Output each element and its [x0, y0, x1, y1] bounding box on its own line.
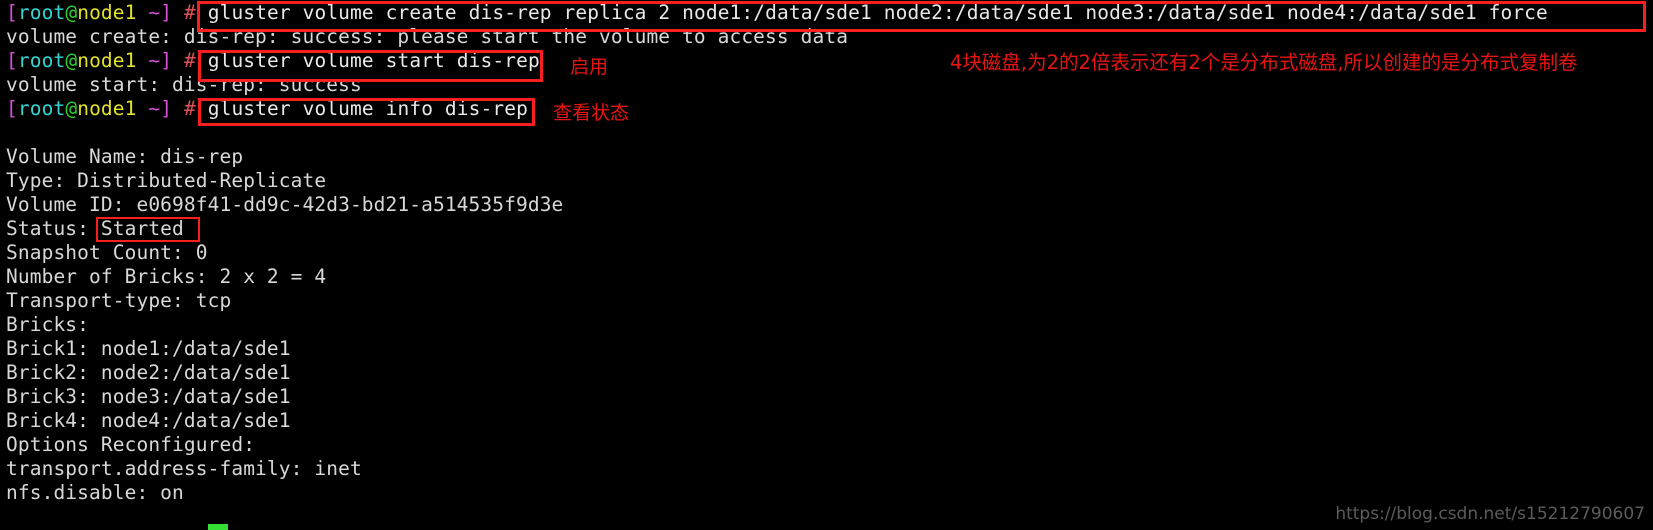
info-line-type: Type: Distributed-Replicate: [6, 169, 327, 192]
command-text-info-volume: gluster volume info dis-rep: [207, 97, 528, 120]
annotation-start-label: 启用: [570, 56, 609, 78]
prompt-path: ~: [136, 49, 161, 72]
info-line-bricks-header: Bricks:: [6, 313, 90, 336]
info-line-transport-type: Transport-type: tcp: [6, 289, 232, 312]
info-line-volume-name: Volume Name: dis-rep: [6, 145, 244, 168]
prompt-host: node1: [77, 1, 137, 24]
watermark-url: https://blog.csdn.net/s15212790607: [1335, 504, 1645, 524]
prompt-at-symbol: @: [65, 49, 78, 72]
prompt-path: ~: [136, 1, 161, 24]
annotation-create-note: 4块磁盘,为2的2倍表示还有2个是分布式磁盘,所以创建的是分布式复制卷: [950, 51, 1578, 74]
prompt-path: ~: [136, 97, 161, 120]
terminal-cursor: [208, 524, 228, 530]
command-text-create-volume: gluster volume create dis-rep replica 2 …: [207, 1, 1548, 24]
terminal-window: [root@node1 ~] # gluster volume create d…: [0, 0, 1653, 530]
info-line-volume-id: Volume ID: e0698f41-dd9c-42d3-bd21-a5145…: [6, 193, 564, 216]
info-line-status: Status: Started: [6, 217, 184, 240]
prompt-host: node1: [77, 97, 137, 120]
info-line-brick-1: Brick1: node1:/data/sde1: [6, 337, 291, 360]
terminal-line-command-2: [root@node1 ~] # gluster volume start di…: [6, 49, 540, 73]
prompt-open-bracket: [: [6, 97, 18, 120]
terminal-line-command-1: [root@node1 ~] # gluster volume create d…: [6, 1, 1548, 25]
prompt-at-symbol: @: [65, 1, 78, 24]
prompt-open-bracket: [: [6, 49, 18, 72]
prompt-at-symbol: @: [65, 97, 78, 120]
prompt-close-bracket: ]: [160, 1, 173, 24]
info-line-transport-address-family: transport.address-family: inet: [6, 457, 362, 480]
terminal-line-output-1: volume create: dis-rep: success: please …: [6, 25, 849, 48]
prompt-host: node1: [77, 49, 137, 72]
command-text-start-volume: gluster volume start dis-rep: [207, 49, 540, 72]
annotation-info-label: 查看状态: [553, 102, 630, 124]
prompt-user: root: [17, 49, 66, 72]
prompt-hash: #: [172, 1, 208, 24]
info-line-brick-3: Brick3: node3:/data/sde1: [6, 385, 291, 408]
info-line-snapshot-count: Snapshot Count: 0: [6, 241, 208, 264]
info-line-brick-2: Brick2: node2:/data/sde1: [6, 361, 291, 384]
terminal-line-command-3: [root@node1 ~] # gluster volume info dis…: [6, 97, 528, 121]
prompt-close-bracket: ]: [160, 97, 173, 120]
prompt-hash: #: [172, 49, 208, 72]
info-line-number-of-bricks: Number of Bricks: 2 x 2 = 4: [6, 265, 327, 288]
info-line-nfs-disable: nfs.disable: on: [6, 481, 184, 504]
terminal-line-output-2: volume start: dis-rep: success: [6, 73, 362, 96]
prompt-open-bracket: [: [6, 1, 18, 24]
info-line-options-header: Options Reconfigured:: [6, 433, 256, 456]
prompt-hash: #: [172, 97, 208, 120]
prompt-user: root: [17, 97, 66, 120]
prompt-user: root: [17, 1, 66, 24]
prompt-close-bracket: ]: [160, 49, 173, 72]
info-line-brick-4: Brick4: node4:/data/sde1: [6, 409, 291, 432]
